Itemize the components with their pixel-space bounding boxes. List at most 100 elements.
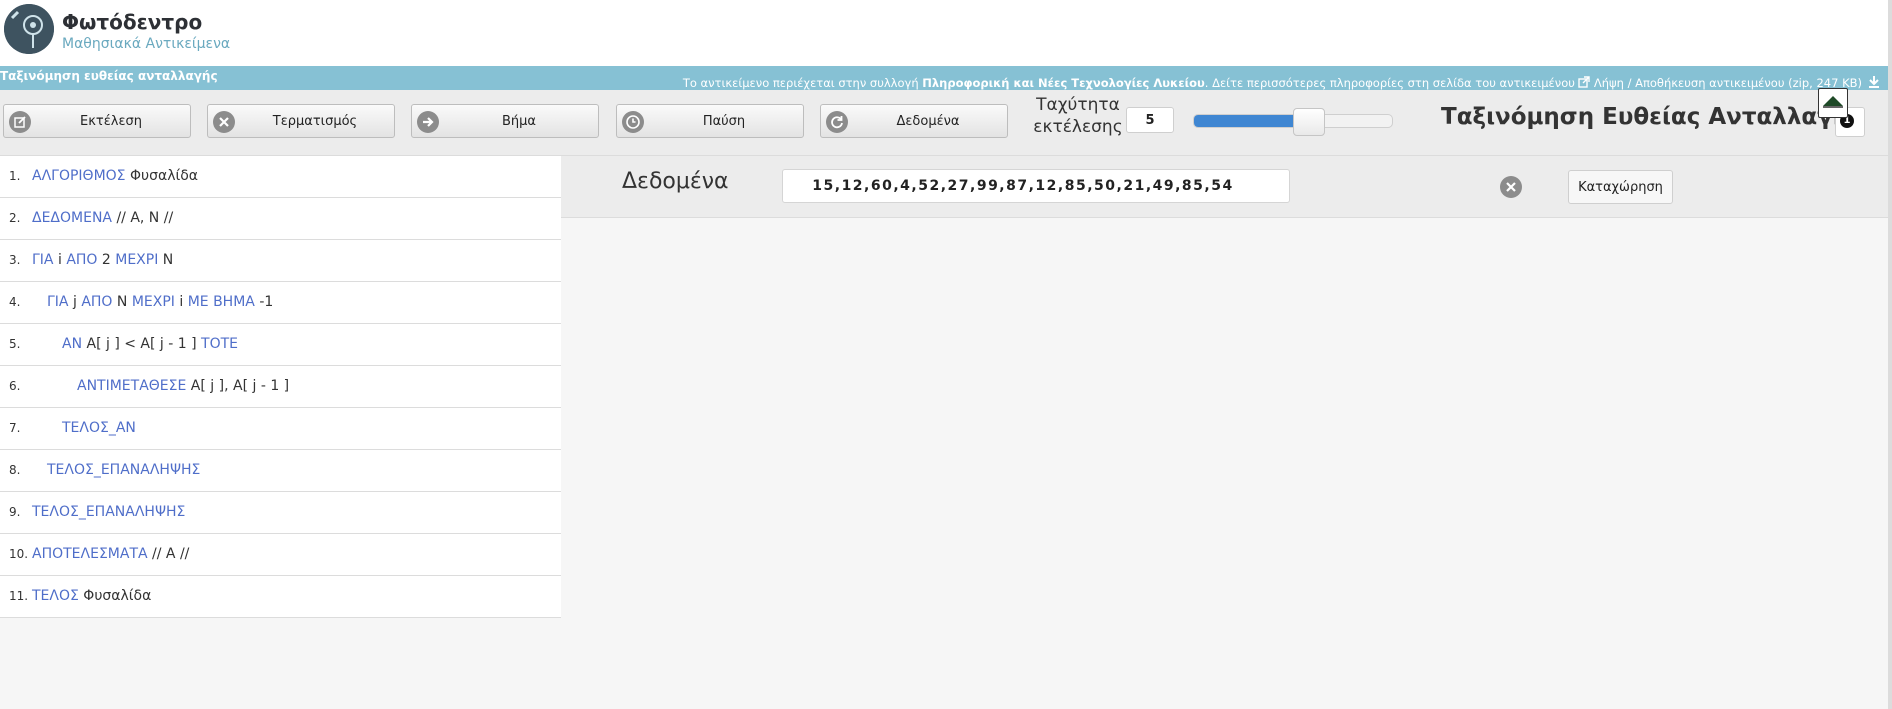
photodentro-logo[interactable] xyxy=(4,4,54,54)
code-text: ΔΕΔΟΜΕΝΑ // Α, Ν // xyxy=(32,209,173,227)
code-keyword: ΤΕΛΟΣ_ΕΠΑΝΑΛΗΨΗΣ xyxy=(47,462,201,478)
line-number: 1. xyxy=(9,169,21,183)
code-token: i xyxy=(53,252,67,268)
run-button[interactable]: Εκτέλεση xyxy=(3,104,191,138)
code-keyword: ΤΕΛΟΣ_ΕΠΑΝΑΛΗΨΗΣ xyxy=(32,504,186,520)
clock-icon xyxy=(622,111,644,133)
code-keyword: ΜΕ ΒΗΜΑ xyxy=(187,294,255,310)
code-text: ΑΝ Α[ j ] < Α[ j - 1 ] ΤΟΤΕ xyxy=(62,335,238,353)
code-token: i xyxy=(174,294,188,310)
data-input[interactable] xyxy=(782,169,1290,203)
data-button[interactable]: Δεδομένα xyxy=(820,104,1008,138)
pause-button-label: Παύση xyxy=(702,114,746,129)
speed-slider-fill xyxy=(1194,115,1297,127)
code-text: ΤΕΛΟΣ_ΕΠΑΝΑΛΗΨΗΣ xyxy=(32,503,185,521)
site-header: Φωτόδεντρο Μαθησιακά Αντικείμενα xyxy=(0,0,1892,66)
code-text: ΤΕΛΟΣ Φυσαλίδα xyxy=(32,587,151,605)
data-panel-label: Δεδομένα xyxy=(622,169,729,194)
submit-data-button[interactable]: Καταχώρηση xyxy=(1568,170,1673,204)
code-keyword: ΤΕΛΟΣ_ΑΝ xyxy=(62,420,136,436)
code-line[interactable]: 7. ΤΕΛΟΣ_ΑΝ xyxy=(0,408,561,450)
run-button-label: Εκτέλεση xyxy=(80,114,142,129)
toolbar: Εκτέλεση Τερματισμός Βήμα Παύση Δεδομένα… xyxy=(0,90,1888,156)
code-keyword: ΓΙΑ xyxy=(47,294,69,310)
collection-info: Το αντικείμενο περιέχεται στην συλλογή Π… xyxy=(683,76,1862,90)
step-button[interactable]: Βήμα xyxy=(411,104,599,138)
code-keyword: ΜΕΧΡΙ xyxy=(131,294,175,310)
code-token: // Α, Ν // xyxy=(112,210,174,226)
speed-label: Ταχύτητα εκτέλεσης xyxy=(1033,95,1123,137)
code-keyword: ΑΠΟΤΕΛΕΣΜΑΤΑ xyxy=(32,546,148,562)
refresh-icon xyxy=(826,111,848,133)
code-text: ΓΙΑ i ΑΠΟ 2 ΜΕΧΡΙ Ν xyxy=(32,251,173,269)
clear-input-button[interactable] xyxy=(1500,176,1522,198)
terminate-button-label: Τερματισμός xyxy=(272,114,358,129)
code-line[interactable]: 11. ΤΕΛΟΣ Φυσαλίδα xyxy=(0,576,561,618)
code-line[interactable]: 4. ΓΙΑ j ΑΠΟ Ν ΜΕΧΡΙ i ΜΕ ΒΗΜΑ -1 xyxy=(0,282,561,324)
code-line[interactable]: 9. ΤΕΛΟΣ_ΕΠΑΝΑΛΗΨΗΣ xyxy=(0,492,561,534)
code-line[interactable]: 10. ΑΠΟΤΕΛΕΣΜΑΤΑ // Α // xyxy=(0,534,561,576)
line-number: 8. xyxy=(9,463,21,477)
line-number: 10. xyxy=(9,547,29,561)
code-line[interactable]: 3. ΓΙΑ i ΑΠΟ 2 ΜΕΧΡΙ Ν xyxy=(0,240,561,282)
collection-link[interactable]: Πληροφορική και Νέες Τεχνολογίες Λυκείου xyxy=(922,76,1205,90)
code-token: j xyxy=(68,294,82,310)
line-number: 7. xyxy=(9,421,21,435)
code-keyword: ΤΟΤΕ xyxy=(201,336,239,352)
code-token: Φυσαλίδα xyxy=(78,588,152,604)
code-line[interactable]: 6. ΑΝΤΙΜΕΤΑΘΕΣΕ Α[ j ], Α[ j - 1 ] xyxy=(0,366,561,408)
code-token: Α[ j ], Α[ j - 1 ] xyxy=(186,378,290,394)
line-number: 6. xyxy=(9,379,21,393)
code-keyword: ΑΠΟ xyxy=(81,294,113,310)
external-link-icon[interactable] xyxy=(1578,76,1590,88)
close-icon xyxy=(1506,182,1516,192)
pause-button[interactable]: Παύση xyxy=(616,104,804,138)
code-keyword: ΔΕΔΟΜΕΝΑ xyxy=(32,210,112,226)
scroll-top-button[interactable] xyxy=(1818,88,1848,118)
speed-slider-handle[interactable] xyxy=(1293,108,1325,136)
app-title: Ταξινόμηση Ευθείας Ανταλλαγής xyxy=(1441,104,1863,130)
code-text: ΑΝΤΙΜΕΤΑΘΕΣΕ Α[ j ], Α[ j - 1 ] xyxy=(77,377,289,395)
collection-suffix[interactable]: . Δείτε περισσότερες πληροφορίες στη σελ… xyxy=(1205,76,1575,90)
code-text: ΑΛΓΟΡΙΘΜΟΣ Φυσαλίδα xyxy=(32,167,198,185)
code-keyword: ΑΝΤΙΜΕΤΑΘΕΣΕ xyxy=(77,378,187,394)
code-text: ΤΕΛΟΣ_ΑΝ xyxy=(62,419,136,437)
code-keyword: ΑΠΟ xyxy=(66,252,98,268)
code-keyword: ΜΕΧΡΙ xyxy=(115,252,159,268)
code-list-background xyxy=(0,618,561,709)
code-keyword: ΑΝ xyxy=(62,336,83,352)
collection-prefix: Το αντικείμενο περιέχεται στην συλλογή xyxy=(682,76,923,90)
arrow-right-icon xyxy=(417,111,439,133)
code-text: ΓΙΑ j ΑΠΟ Ν ΜΕΧΡΙ i ΜΕ ΒΗΜΑ -1 xyxy=(47,293,273,311)
code-keyword: ΓΙΑ xyxy=(32,252,54,268)
code-line[interactable]: 1. ΑΛΓΟΡΙΘΜΟΣ Φυσαλίδα xyxy=(0,156,561,198)
code-token: -1 xyxy=(254,294,274,310)
line-number: 3. xyxy=(9,253,21,267)
data-panel: Δεδομένα Καταχώρηση xyxy=(561,156,1888,218)
speed-slider[interactable] xyxy=(1193,108,1393,136)
download-icon[interactable] xyxy=(1868,75,1880,89)
code-line[interactable]: 2. ΔΕΔΟΜΕΝΑ // Α, Ν // xyxy=(0,198,561,240)
data-button-label: Δεδομένα xyxy=(896,114,960,129)
step-button-label: Βήμα xyxy=(502,114,536,129)
code-token: // Α // xyxy=(147,546,190,562)
code-line[interactable]: 5. ΑΝ Α[ j ] < Α[ j - 1 ] ΤΟΤΕ xyxy=(0,324,561,366)
line-number: 4. xyxy=(9,295,21,309)
site-subtitle: Μαθησιακά Αντικείμενα xyxy=(62,36,231,52)
code-token: 2 xyxy=(97,252,116,268)
algorithm-code-list: 1. ΑΛΓΟΡΙΘΜΟΣ Φυσαλίδα 2. ΔΕΔΟΜΕΝΑ // Α, Ν … xyxy=(0,156,561,618)
code-token: Ν xyxy=(158,252,174,268)
site-branding: Φωτόδεντρο Μαθησιακά Αντικείμενα xyxy=(62,10,230,53)
terminate-button[interactable]: Τερματισμός xyxy=(207,104,395,138)
code-line[interactable]: 8. ΤΕΛΟΣ_ΕΠΑΝΑΛΗΨΗΣ xyxy=(0,450,561,492)
code-text: ΑΠΟΤΕΛΕΣΜΑΤΑ // Α // xyxy=(32,545,189,563)
code-token: Ν xyxy=(112,294,132,310)
site-title[interactable]: Φωτόδεντρο xyxy=(62,10,230,34)
speed-input[interactable] xyxy=(1126,107,1174,133)
line-number: 9. xyxy=(9,505,21,519)
code-keyword: ΤΕΛΟΣ xyxy=(32,588,79,604)
code-token: Φυσαλίδα xyxy=(125,168,199,184)
line-number: 2. xyxy=(9,211,21,225)
edit-icon xyxy=(9,111,31,133)
line-number: 11. xyxy=(9,589,29,603)
